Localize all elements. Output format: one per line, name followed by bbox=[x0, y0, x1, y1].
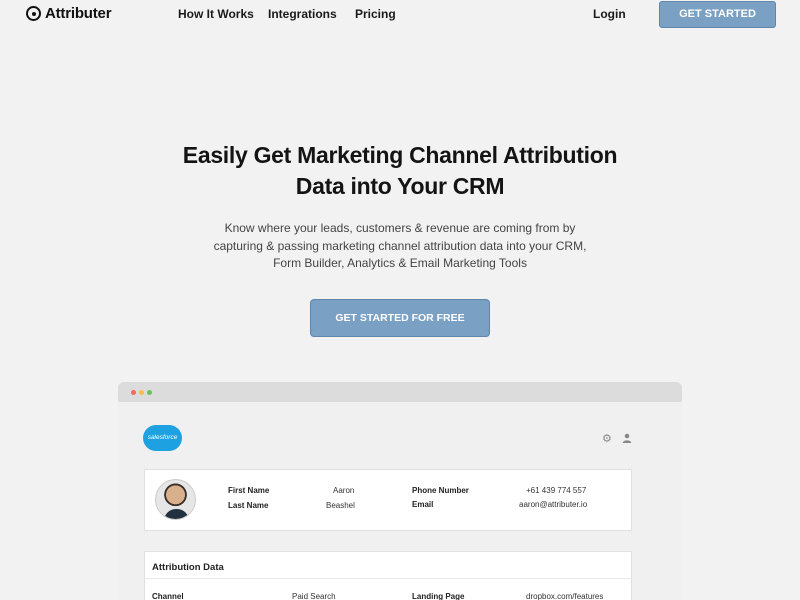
hero-subtitle-line-1: Know where your leads, customers & reven… bbox=[224, 221, 576, 235]
hero-subtitle: Know where your leads, customers & reven… bbox=[175, 220, 625, 273]
last-name-value: Beashel bbox=[326, 501, 355, 510]
first-name-label: First Name bbox=[228, 486, 270, 495]
nav-link-integrations[interactable]: Integrations bbox=[268, 7, 337, 21]
last-name-label: Last Name bbox=[228, 501, 269, 510]
window-maximize-dot bbox=[147, 390, 152, 395]
nav-link-how-it-works[interactable]: How It Works bbox=[178, 7, 254, 21]
hero-subtitle-line-2: capturing & passing marketing channel at… bbox=[213, 238, 587, 253]
window-close-dot bbox=[131, 390, 136, 395]
top-navigation: Attributer How It Works Integrations Pri… bbox=[0, 0, 800, 30]
gear-icon: ⚙ bbox=[602, 433, 612, 445]
channel-value: Paid Search bbox=[292, 592, 336, 600]
email-value: aaron@attributer.io bbox=[519, 500, 588, 509]
first-name-value: Aaron bbox=[333, 486, 355, 495]
phone-label: Phone Number bbox=[412, 486, 469, 495]
channel-label: Channel bbox=[152, 592, 184, 600]
salesforce-logo: salesforce bbox=[143, 425, 182, 451]
hero-title-line-2: Data into Your CRM bbox=[295, 173, 505, 199]
logo-text: Attributer bbox=[45, 5, 112, 22]
hero-subtitle-line-3: Form Builder, Analytics & Email Marketin… bbox=[273, 256, 527, 270]
email-label: Email bbox=[412, 500, 434, 509]
hero-title-line-1: Easily Get Marketing Channel Attribution bbox=[182, 142, 618, 168]
window-minimize-dot bbox=[139, 390, 144, 395]
landing-page-label: Landing Page bbox=[412, 592, 465, 600]
crm-mockup-window: salesforce ⚙ First Name Aaron Last Name … bbox=[118, 382, 682, 600]
landing-page-value: dropbox.com/features bbox=[526, 592, 604, 600]
phone-value: +61 439 774 557 bbox=[526, 486, 587, 495]
brand-logo[interactable]: Attributer bbox=[26, 5, 112, 22]
logo-mark-icon bbox=[26, 6, 41, 21]
attribution-data-title: Attribution Data bbox=[152, 562, 224, 573]
get-started-button[interactable]: GET STARTED bbox=[659, 1, 776, 28]
attribution-data-card: Attribution Data Channel Paid Search Lan… bbox=[144, 551, 632, 600]
login-link[interactable]: Login bbox=[593, 7, 626, 21]
hero-title: Easily Get Marketing Channel Attribution… bbox=[100, 140, 700, 202]
avatar bbox=[155, 479, 196, 520]
contact-card: First Name Aaron Last Name Beashel Phone… bbox=[144, 469, 632, 531]
window-titlebar bbox=[118, 382, 682, 402]
card-divider bbox=[145, 578, 631, 579]
get-started-free-button[interactable]: GET STARTED FOR FREE bbox=[310, 299, 490, 337]
user-icon bbox=[622, 433, 632, 443]
nav-link-pricing[interactable]: Pricing bbox=[355, 7, 396, 21]
